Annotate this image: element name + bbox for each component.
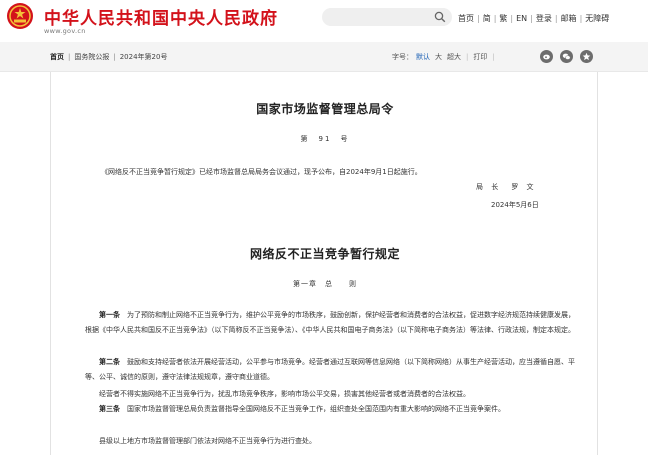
breadcrumb-home[interactable]: 首页 xyxy=(50,52,64,62)
font-large-button[interactable]: 大 xyxy=(435,52,442,62)
site-header: 中华人民共和国中央人民政府 www.gov.cn 首页 | 简 | 繁 | EN… xyxy=(0,0,648,42)
chapter-heading: 第一章 总 则 xyxy=(293,280,357,288)
article-tools: 字号： 默认 大 超大 | 打印 | xyxy=(392,52,500,62)
nav-english[interactable]: EN xyxy=(516,14,527,23)
nav-separator: | xyxy=(510,13,514,23)
order-title: 国家市场监督管理总局令 xyxy=(256,102,394,116)
nav-mail[interactable]: 邮箱 xyxy=(561,13,577,24)
regulation-title: 网络反不正当竞争暂行规定 xyxy=(249,247,400,261)
site-title[interactable]: 中华人民共和国中央人民政府 xyxy=(44,4,278,29)
article-text: 鼓励和支持经营者依法开展经营活动，公平参与市场竞争。经营者通过互联网等信息网络（… xyxy=(85,358,575,381)
tools-separator: | xyxy=(466,53,469,61)
order-intro: 《网络反不正当竞争暂行规定》已经市场监督总局局务会议通过，现予公布，自2024年… xyxy=(101,168,422,176)
order-number: 第 91 号 xyxy=(300,135,350,143)
breadcrumb-issue[interactable]: 2024年第20号 xyxy=(120,52,168,62)
nav-home[interactable]: 首页 xyxy=(458,13,474,24)
breadcrumb-bar: 首页 | 国务院公报 | 2024年第20号 字号： 默认 大 超大 | 打印 … xyxy=(0,42,648,72)
article-text: 县级以上地方市场监督管理部门依法对网络不正当竞争行为进行查处。 xyxy=(99,437,316,445)
article-text: 国家市场监督管理总局负责监督指导全国网络反不正当竞争工作，组织查处全国范围内有重… xyxy=(120,405,505,413)
nav-traditional[interactable]: 繁 xyxy=(499,13,507,24)
nav-separator: | xyxy=(477,13,480,23)
nav-separator: | xyxy=(530,13,533,23)
article-paragraph: 县级以上地方市场监督管理部门依法对网络不正当竞争行为进行查处。 xyxy=(85,434,575,449)
article-paragraph: 第三条 国家市场监督管理总局负责监督指导全国网络反不正当竞争工作，组织查处全国范… xyxy=(85,402,575,417)
article-text: 经营者不得实施网络不正当竞争行为，扰乱市场竞争秩序，影响市场公平交易，损害其他经… xyxy=(99,390,470,398)
search-icon[interactable] xyxy=(434,11,446,23)
national-emblem-icon[interactable] xyxy=(6,2,34,30)
breadcrumb: 首页 | 国务院公报 | 2024年第20号 xyxy=(50,52,167,62)
nav-simplified[interactable]: 简 xyxy=(483,13,491,24)
font-xlarge-button[interactable]: 超大 xyxy=(447,52,461,62)
article-paragraph: 经营者不得实施网络不正当竞争行为，扰乱市场竞争秩序，影响市场公平交易，损害其他经… xyxy=(85,387,575,402)
article-number: 第三条 xyxy=(99,405,120,413)
article-text: 为了预防和制止网络不正当竞争行为，维护公平竞争的市场秩序，鼓励创新，保护经营者和… xyxy=(85,311,575,334)
site-domain: www.gov.cn xyxy=(44,27,86,35)
wechat-icon[interactable] xyxy=(560,50,573,63)
document-body: 国家市场监督管理总局令 第 91 号 《网络反不正当竞争暂行规定》已经市场监督总… xyxy=(50,72,598,455)
nav-accessibility[interactable]: 无障碍 xyxy=(585,13,609,24)
order-date: 2024年5月6日 xyxy=(491,201,539,209)
article-number: 第一条 xyxy=(99,311,120,319)
font-size-label: 字号： xyxy=(392,53,413,61)
article-paragraph: 第二条 鼓励和支持经营者依法开展经营活动，公平参与市场竞争。经营者通过互联网等信… xyxy=(85,355,575,384)
nav-separator: | xyxy=(579,13,583,23)
search-input[interactable] xyxy=(322,8,452,26)
article-paragraph: 第一条 为了预防和制止网络不正当竞争行为，维护公平竞争的市场秩序，鼓励创新，保护… xyxy=(85,308,575,337)
breadcrumb-gazette[interactable]: 国务院公报 xyxy=(74,52,109,62)
order-signer: 局 长 罗 文 xyxy=(476,183,537,191)
nav-separator: | xyxy=(554,13,558,23)
top-nav: 首页 | 简 | 繁 | EN | 登录 | 邮箱 | 无障碍 xyxy=(458,11,609,25)
breadcrumb-separator: | xyxy=(113,53,116,61)
font-default-button[interactable]: 默认 xyxy=(416,52,430,62)
print-button[interactable]: 打印 xyxy=(473,52,487,62)
tools-separator: | xyxy=(492,53,495,61)
nav-separator: | xyxy=(493,13,497,23)
qzone-icon[interactable] xyxy=(580,50,593,63)
weibo-icon[interactable] xyxy=(540,50,553,63)
breadcrumb-separator: | xyxy=(68,53,71,61)
nav-login[interactable]: 登录 xyxy=(536,13,552,24)
article-number: 第二条 xyxy=(99,358,120,366)
